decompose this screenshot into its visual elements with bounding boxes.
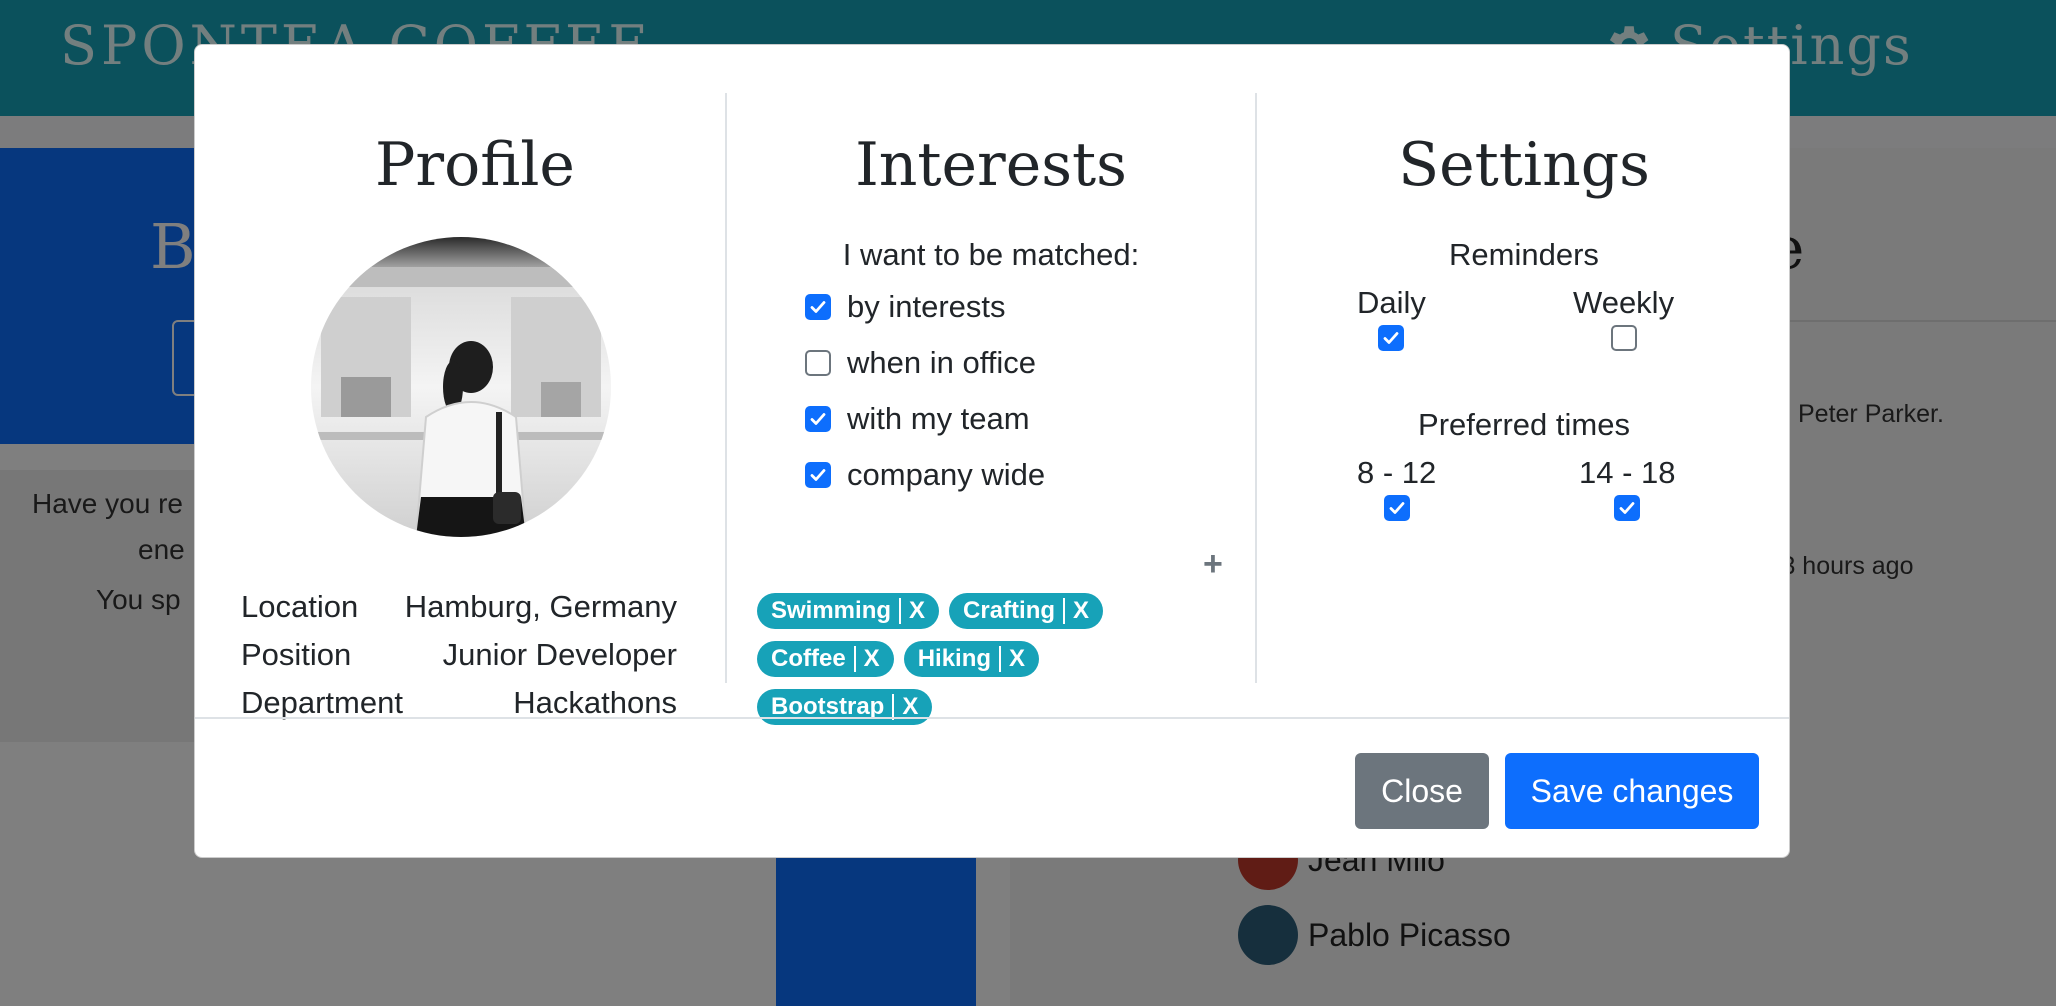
interest-tag: Crafting X bbox=[949, 593, 1104, 629]
remove-tag-button[interactable]: X bbox=[1073, 597, 1089, 625]
close-button[interactable]: Close bbox=[1355, 753, 1489, 829]
remove-tag-button[interactable]: X bbox=[909, 597, 925, 625]
info-row-position: Position Junior Developer bbox=[241, 637, 677, 673]
interest-tag: Swimming X bbox=[757, 593, 940, 629]
checkbox[interactable] bbox=[1378, 325, 1405, 351]
interest-tag: Coffee X bbox=[757, 641, 894, 677]
match-option-team[interactable]: with my team bbox=[805, 401, 1030, 437]
option-label: by interests bbox=[847, 289, 1006, 324]
time-morning[interactable]: 8 - 12 bbox=[1357, 455, 1436, 521]
interest-tag: Hiking X bbox=[903, 641, 1040, 677]
option-label: 8 - 12 bbox=[1357, 455, 1437, 490]
modal-body: Profile Location Hamburg, Germany Positi… bbox=[195, 45, 1791, 725]
tag-label: Coffee bbox=[771, 645, 846, 672]
tag-label: Swimming bbox=[771, 597, 892, 624]
interest-tags: Swimming X Crafting X Coffee X Hiking X Boot… bbox=[757, 593, 1217, 725]
option-label: with my team bbox=[847, 401, 1030, 436]
option-label: Daily bbox=[1357, 285, 1426, 320]
option-label: company wide bbox=[847, 457, 1046, 492]
remove-tag-button[interactable]: X bbox=[864, 645, 880, 673]
save-changes-button[interactable]: Save changes bbox=[1505, 753, 1759, 829]
profile-avatar[interactable] bbox=[311, 237, 611, 537]
remove-tag-button[interactable]: X bbox=[1009, 645, 1025, 673]
match-option-company[interactable]: company wide bbox=[805, 457, 1045, 493]
checkbox[interactable] bbox=[1610, 325, 1637, 351]
profile-column: Profile Location Hamburg, Germany Positi… bbox=[225, 93, 725, 720]
settings-title: Settings bbox=[1398, 130, 1650, 200]
info-label: Position bbox=[241, 637, 352, 672]
checkbox[interactable] bbox=[805, 294, 831, 320]
checkbox[interactable] bbox=[805, 406, 831, 432]
option-label: 14 - 18 bbox=[1579, 455, 1676, 490]
interests-title: Interests bbox=[855, 130, 1127, 200]
tag-label: Hiking bbox=[917, 645, 992, 672]
settings-column: Settings Reminders Daily Weekly Preferre… bbox=[1255, 93, 1791, 683]
add-interest-button[interactable]: + bbox=[1203, 545, 1223, 584]
option-label: Weekly bbox=[1573, 285, 1675, 320]
reminder-weekly[interactable]: Weekly bbox=[1573, 285, 1674, 351]
info-label: Location bbox=[241, 589, 359, 624]
info-value: Hackathons bbox=[513, 685, 677, 720]
reminders-heading: Reminders bbox=[1449, 237, 1599, 272]
checkbox[interactable] bbox=[1383, 495, 1410, 521]
info-value: Hamburg, Germany bbox=[404, 589, 677, 624]
match-option-office[interactable]: when in office bbox=[805, 345, 1036, 381]
checkbox[interactable] bbox=[805, 350, 831, 376]
interests-column: Interests I want to be matched: by inter… bbox=[725, 93, 1255, 725]
modal-footer: Close Save changes bbox=[195, 717, 1789, 859]
profile-title: Profile bbox=[375, 130, 575, 200]
times-heading: Preferred times bbox=[1418, 407, 1630, 442]
info-value: Junior Developer bbox=[442, 637, 677, 672]
checkbox[interactable] bbox=[805, 462, 831, 488]
settings-modal: Profile Location Hamburg, Germany Positi… bbox=[194, 44, 1790, 858]
time-afternoon[interactable]: 14 - 18 bbox=[1579, 455, 1676, 521]
checkbox[interactable] bbox=[1614, 495, 1641, 521]
match-option-interests[interactable]: by interests bbox=[805, 289, 1006, 325]
info-row-department: Department Hackathons bbox=[241, 685, 677, 721]
match-heading: I want to be matched: bbox=[842, 237, 1140, 272]
reminder-daily[interactable]: Daily bbox=[1357, 285, 1426, 351]
info-label: Department bbox=[241, 685, 403, 720]
option-label: when in office bbox=[847, 345, 1036, 380]
tag-label: Crafting bbox=[963, 597, 1056, 624]
info-row-location: Location Hamburg, Germany bbox=[241, 589, 677, 625]
